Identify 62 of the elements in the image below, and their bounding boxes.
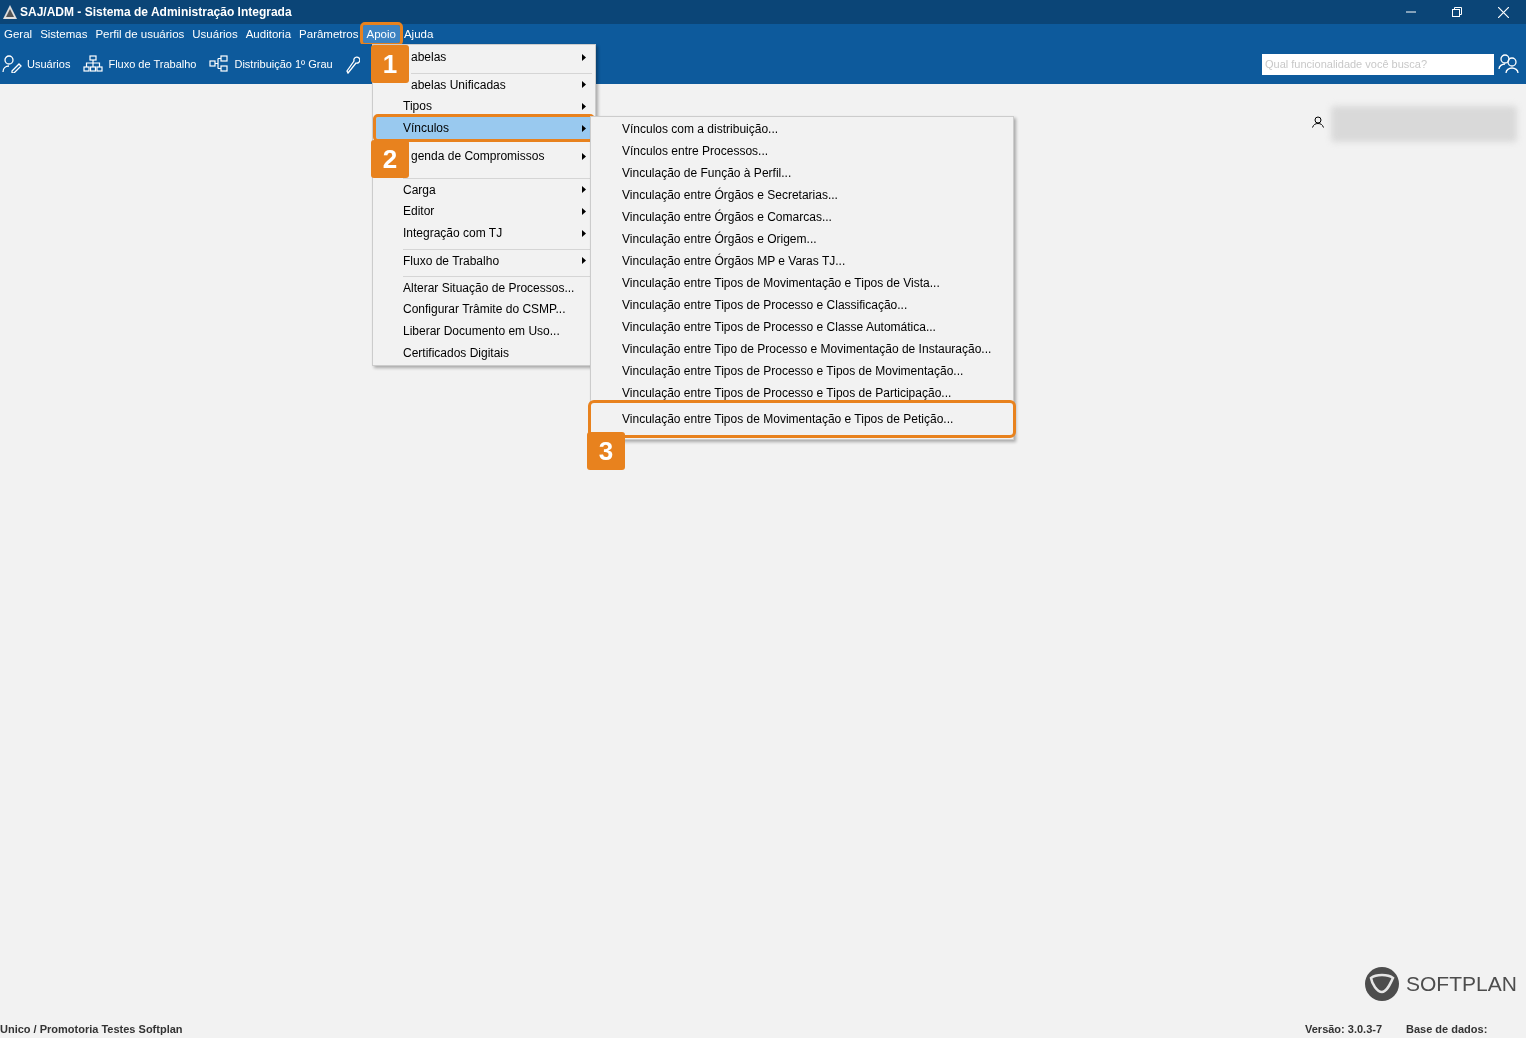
logo-text: SOFTPLAN: [1406, 972, 1517, 996]
submenu-arrow-icon: [582, 53, 586, 61]
submenu-arrow-icon: [582, 186, 586, 193]
menu-item[interactable]: Editor: [403, 200, 592, 222]
menu-item[interactable]: Integração com TJ: [403, 222, 592, 244]
step-badge: 2: [371, 140, 409, 178]
menu-item[interactable]: Auditoria: [241, 25, 296, 43]
menu-item[interactable]: Vinculação entre Tipos de Movimentação e Tipos de Vista...: [591, 272, 1013, 294]
toolbar-button[interactable]: Fluxo de Trabalho: [83, 55, 197, 73]
users-icon[interactable]: [1498, 54, 1520, 74]
window-title: SAJ/ADM - Sistema de Administração Integrada: [20, 4, 292, 21]
menu-item[interactable]: Sistemas: [36, 25, 92, 43]
restore-icon: [1452, 7, 1462, 17]
menu-item[interactable]: Vinculação entre Tipos de Processo e Tipos de Participação...: [591, 382, 1013, 404]
toolbar-button[interactable]: Usuários: [2, 55, 71, 73]
menu-item[interactable]: Vinculação entre Órgãos MP e Varas TJ...: [591, 250, 1013, 272]
boxes-icon: [209, 55, 230, 73]
menu-item[interactable]: Vínculos entre Processos...: [591, 140, 1013, 162]
user-icon: [2, 55, 22, 73]
user-icon: [1312, 116, 1324, 128]
submenu-arrow-icon: [582, 102, 586, 110]
menu-item[interactable]: Parâmetros: [295, 25, 363, 43]
menu-item[interactable]: Vinculação entre Tipos de Movimentação e Tipos de Petição...: [591, 403, 1013, 435]
menu-item[interactable]: Vinculação entre Tipos de Processo e Classificação...: [591, 294, 1013, 316]
menu-item[interactable]: Liberar Documento em Uso...: [403, 320, 592, 342]
submenu-arrow-icon: [582, 257, 586, 264]
status-text: Unico / Promotoria Testes Softplan: [0, 1023, 183, 1036]
menu-item[interactable]: Vínculos com a distribuição...: [591, 118, 1013, 140]
submenu-arrow-icon: [582, 81, 586, 88]
step-badge: 3: [587, 432, 625, 470]
step-badge: 1: [371, 45, 409, 83]
toolbar-button[interactable]: Distribuição 1º Grau: [209, 55, 333, 73]
database-label: Base de dados:: [1406, 1023, 1488, 1036]
menu-item[interactable]: Geral: [0, 25, 37, 43]
menu-item[interactable]: Certificados Digitais: [403, 342, 592, 364]
menu-item[interactable]: Configurar Trâmite do CSMP...: [403, 298, 592, 320]
menu-item[interactable]: Apoio: [362, 25, 400, 43]
menu-item[interactable]: Vinculação entre Órgãos e Origem...: [591, 228, 1013, 250]
version-text: Versão: 3.0.3-7: [1305, 1023, 1383, 1036]
menu-item[interactable]: abelas: [411, 46, 592, 68]
hierarchy-icon: [83, 55, 104, 73]
submenu-arrow-icon: [582, 207, 586, 215]
submenu-arrow-icon: [582, 152, 586, 160]
close-icon: [1497, 6, 1509, 18]
app-logo-icon: [3, 5, 17, 19]
menu-item[interactable]: genda de Compromissos: [411, 139, 592, 173]
menu-item[interactable]: Usuários: [188, 25, 242, 43]
menu-item[interactable]: Vinculação entre Órgãos e Secretarias...: [591, 184, 1013, 206]
menu-item[interactable]: Vinculação de Função à Perfil...: [591, 162, 1013, 184]
menu-item[interactable]: Vínculos: [376, 117, 592, 139]
menu-item[interactable]: abelas Unificadas: [411, 73, 592, 95]
menu-item[interactable]: Vinculação entre Tipos de Processo e Tipos de Movimentação...: [591, 360, 1013, 382]
menu-item[interactable]: Vinculação entre Órgãos e Comarcas...: [591, 206, 1013, 228]
menu-item[interactable]: Ajuda: [399, 25, 438, 43]
submenu-arrow-icon: [582, 229, 586, 237]
menu-item[interactable]: Vinculação entre Tipos de Processo e Classe Automática...: [591, 316, 1013, 338]
wrench-icon[interactable]: [345, 54, 360, 74]
logo-icon: [1364, 966, 1400, 1002]
menu-item[interactable]: Tipos: [403, 95, 592, 117]
menu-item[interactable]: Perfil de usuários: [91, 25, 189, 43]
menu-item[interactable]: Vinculação entre Tipo de Processo e Movimentação de Instauração...: [591, 338, 1013, 360]
submenu-arrow-icon: [582, 124, 586, 132]
